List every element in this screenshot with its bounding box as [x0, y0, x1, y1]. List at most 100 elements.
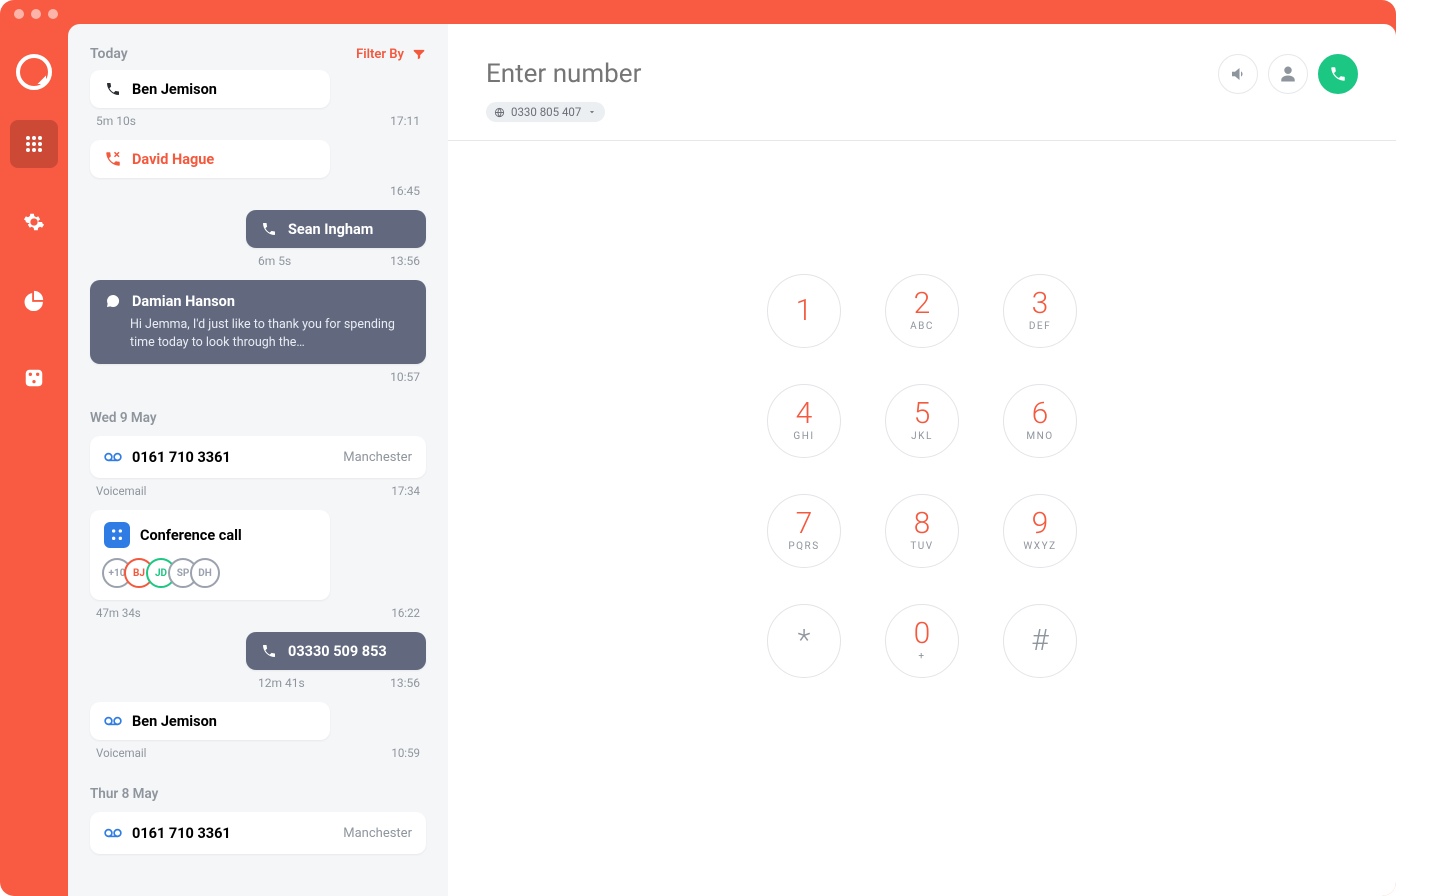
key-letters: GHI	[793, 431, 814, 442]
participant-avatars: +10BJJDSPDH	[104, 558, 316, 588]
section-title: Thur 8 May	[90, 772, 426, 812]
contact-name: Conference call	[140, 527, 242, 544]
chat-icon	[104, 292, 122, 310]
key-digit: 4	[796, 399, 813, 429]
caller-id-pill[interactable]: 0330 805 407	[486, 102, 605, 122]
key-letters: TUV	[910, 541, 933, 552]
pie-chart-icon	[23, 289, 45, 311]
key-8[interactable]: 8 TUV	[885, 494, 959, 568]
nav-random[interactable]	[10, 354, 58, 402]
phone-outgoing-icon	[260, 642, 278, 660]
key-digit: 9	[1032, 509, 1049, 539]
nav-settings[interactable]	[10, 198, 58, 246]
log-entry[interactable]: 03330 509 853 12m 41s 13:56	[90, 632, 426, 700]
call-time: 17:11	[390, 114, 420, 128]
key-1[interactable]: 1	[767, 274, 841, 348]
avatar: DH	[190, 558, 220, 588]
key-7[interactable]: 7 PQRS	[767, 494, 841, 568]
filter-button[interactable]: Filter By	[356, 47, 426, 62]
mute-button[interactable]	[1218, 54, 1258, 94]
log-entry[interactable]: David Hague 16:45	[90, 140, 426, 208]
dice-icon	[23, 367, 45, 389]
globe-icon	[494, 107, 505, 118]
key-digit: 5	[914, 399, 931, 429]
contact-name: 03330 509 853	[288, 643, 387, 660]
conference-icon	[104, 522, 130, 548]
key-digit: 2	[914, 289, 931, 319]
log-entry[interactable]: 0161 710 3361 Manchester	[90, 812, 426, 854]
key-#[interactable]: #	[1003, 604, 1077, 678]
key-9[interactable]: 9 WXYZ	[1003, 494, 1077, 568]
contact-name: David Hague	[132, 151, 214, 168]
voicemail-icon	[104, 824, 122, 842]
key-6[interactable]: 6 MNO	[1003, 384, 1077, 458]
log-entry[interactable]: Ben JemisonVoicemail10:59	[90, 702, 426, 770]
call-time: 16:22	[391, 606, 420, 620]
speaker-icon	[1229, 65, 1247, 83]
entry-label: Voicemail	[96, 484, 146, 498]
phone-missed-icon	[104, 150, 122, 168]
key-letters: +	[918, 651, 925, 662]
section-title: Today	[90, 46, 128, 62]
key-3[interactable]: 3 DEF	[1003, 274, 1077, 348]
log-entry[interactable]: Conference call+10BJJDSPDH47m 34s16:22	[90, 510, 426, 630]
gear-icon	[23, 211, 45, 233]
traffic-light[interactable]	[48, 9, 58, 19]
call-time: 13:56	[390, 676, 420, 690]
call-time: 17:34	[391, 484, 420, 498]
log-entry[interactable]: Ben Jemison 5m 10s 17:11	[90, 70, 426, 138]
voicemail-icon	[104, 448, 122, 466]
key-letters: ABC	[910, 321, 934, 332]
call-duration: 5m 10s	[96, 114, 136, 128]
key-digit: 8	[914, 509, 931, 539]
key-*[interactable]: *	[767, 604, 841, 678]
nav-analytics[interactable]	[10, 276, 58, 324]
call-duration: 12m 41s	[258, 676, 305, 690]
contact-name: 0161 710 3361	[132, 825, 231, 842]
nav-dialpad[interactable]	[10, 120, 58, 168]
key-2[interactable]: 2 ABC	[885, 274, 959, 348]
key-digit: #	[1031, 626, 1048, 656]
window-controls	[14, 9, 58, 19]
key-4[interactable]: 4 GHI	[767, 384, 841, 458]
key-digit: 6	[1032, 399, 1049, 429]
number-input[interactable]	[486, 55, 1208, 93]
app-window: Today Filter By Ben Jemison 5m 10s 17:11 Davi…	[0, 0, 1396, 896]
message-preview: Hi Jemma, I'd just like to thank you for…	[104, 316, 412, 352]
filter-icon	[412, 47, 426, 61]
key-digit: 3	[1032, 289, 1049, 319]
log-entry[interactable]: Damian HansonHi Jemma, I'd just like to …	[90, 280, 426, 394]
key-digit: 7	[796, 509, 813, 539]
traffic-light[interactable]	[14, 9, 24, 19]
call-time: 16:45	[390, 184, 420, 198]
key-letters: DEF	[1029, 321, 1051, 332]
contact-name: Ben Jemison	[132, 81, 217, 98]
key-0[interactable]: 0+	[885, 604, 959, 678]
log-entry[interactable]: Sean Ingham6m 5s13:56	[90, 210, 426, 278]
dialpad-icon	[24, 134, 44, 154]
entry-label: Voicemail	[96, 746, 146, 760]
keypad: 12ABC3DEF4GHI5JKL6MNO7PQRS8TUV9WXYZ*0+#	[759, 274, 1085, 694]
key-letters: MNO	[1026, 431, 1053, 442]
key-letters: JKL	[911, 431, 933, 442]
key-5[interactable]: 5 JKL	[885, 384, 959, 458]
call-location: Manchester	[343, 826, 412, 841]
key-digit: 0	[914, 619, 931, 649]
caller-id-number: 0330 805 407	[511, 105, 581, 119]
contact-name: Ben Jemison	[132, 713, 217, 730]
key-letters: PQRS	[788, 541, 819, 552]
log-entry[interactable]: 0161 710 3361 Manchester Voicemail 17:34	[90, 436, 426, 508]
contact-name: 0161 710 3361	[132, 449, 231, 466]
phone-icon	[1329, 65, 1347, 83]
call-location: Manchester	[343, 450, 412, 465]
traffic-light[interactable]	[31, 9, 41, 19]
contact-name: Sean Ingham	[288, 221, 373, 238]
message-time: 10:57	[390, 370, 420, 384]
contacts-button[interactable]	[1268, 54, 1308, 94]
call-log-panel: Today Filter By Ben Jemison 5m 10s 17:11 Davi…	[68, 24, 448, 896]
call-button[interactable]	[1318, 54, 1358, 94]
key-digit: *	[798, 626, 811, 656]
app-logo	[16, 54, 52, 90]
phone-outgoing-icon	[260, 220, 278, 238]
key-letters: WXYZ	[1023, 541, 1056, 552]
